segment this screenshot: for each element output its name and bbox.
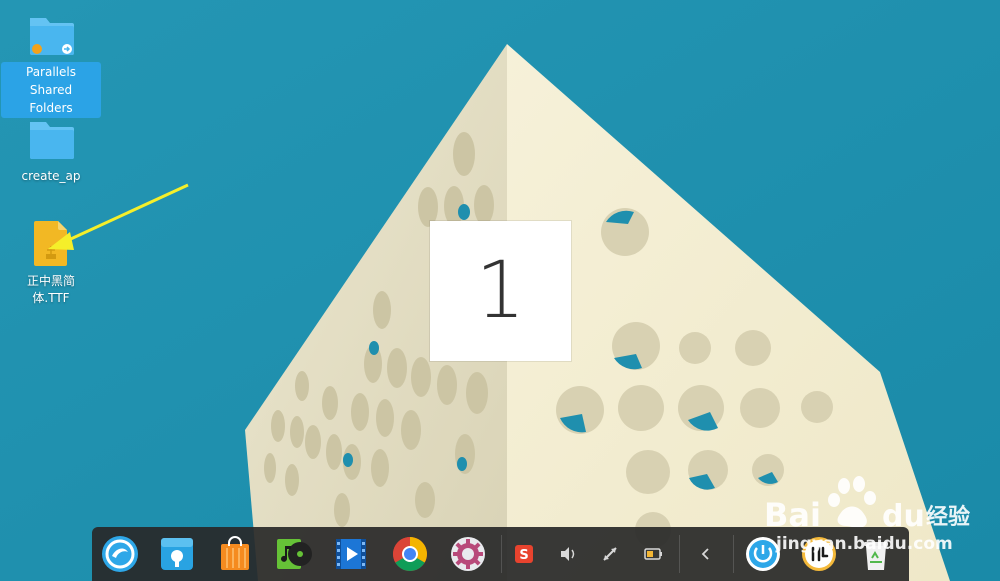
network-button[interactable] — [596, 540, 624, 568]
battery-button[interactable] — [639, 540, 667, 568]
dock-separator — [679, 535, 680, 573]
app-store-icon — [161, 538, 193, 570]
chrome-button[interactable] — [390, 534, 430, 574]
workspace-indicator: 1 — [430, 221, 571, 361]
settings-icon — [451, 537, 485, 571]
volume-button[interactable] — [554, 540, 582, 568]
launcher-icon — [102, 536, 138, 572]
sogou-input-icon: S — [515, 545, 533, 563]
workspace-number: 1 — [475, 246, 526, 336]
collapse-arrow-icon — [701, 548, 709, 560]
music-player-button[interactable] — [273, 534, 313, 574]
music-player-icon — [277, 539, 312, 569]
battery-icon — [644, 548, 662, 560]
dock-separator — [733, 535, 734, 573]
chrome-icon — [393, 537, 427, 571]
input-method-button[interactable]: S — [510, 540, 538, 568]
svg-text:经验: 经验 — [926, 504, 970, 530]
settings-button[interactable] — [448, 534, 488, 574]
video-player-icon — [336, 539, 366, 569]
store-button[interactable] — [215, 534, 255, 574]
volume-icon — [561, 547, 575, 561]
launcher-button[interactable] — [100, 534, 140, 574]
app-store-button[interactable] — [157, 534, 197, 574]
store-bag-icon — [221, 536, 249, 570]
collapse-tray-button[interactable] — [692, 540, 720, 568]
watermark-url: jingyan.baidu.com — [776, 534, 953, 554]
dock-separator — [501, 535, 502, 573]
video-player-button[interactable] — [331, 534, 371, 574]
svg-text:S: S — [519, 548, 528, 563]
network-icon — [603, 547, 617, 561]
